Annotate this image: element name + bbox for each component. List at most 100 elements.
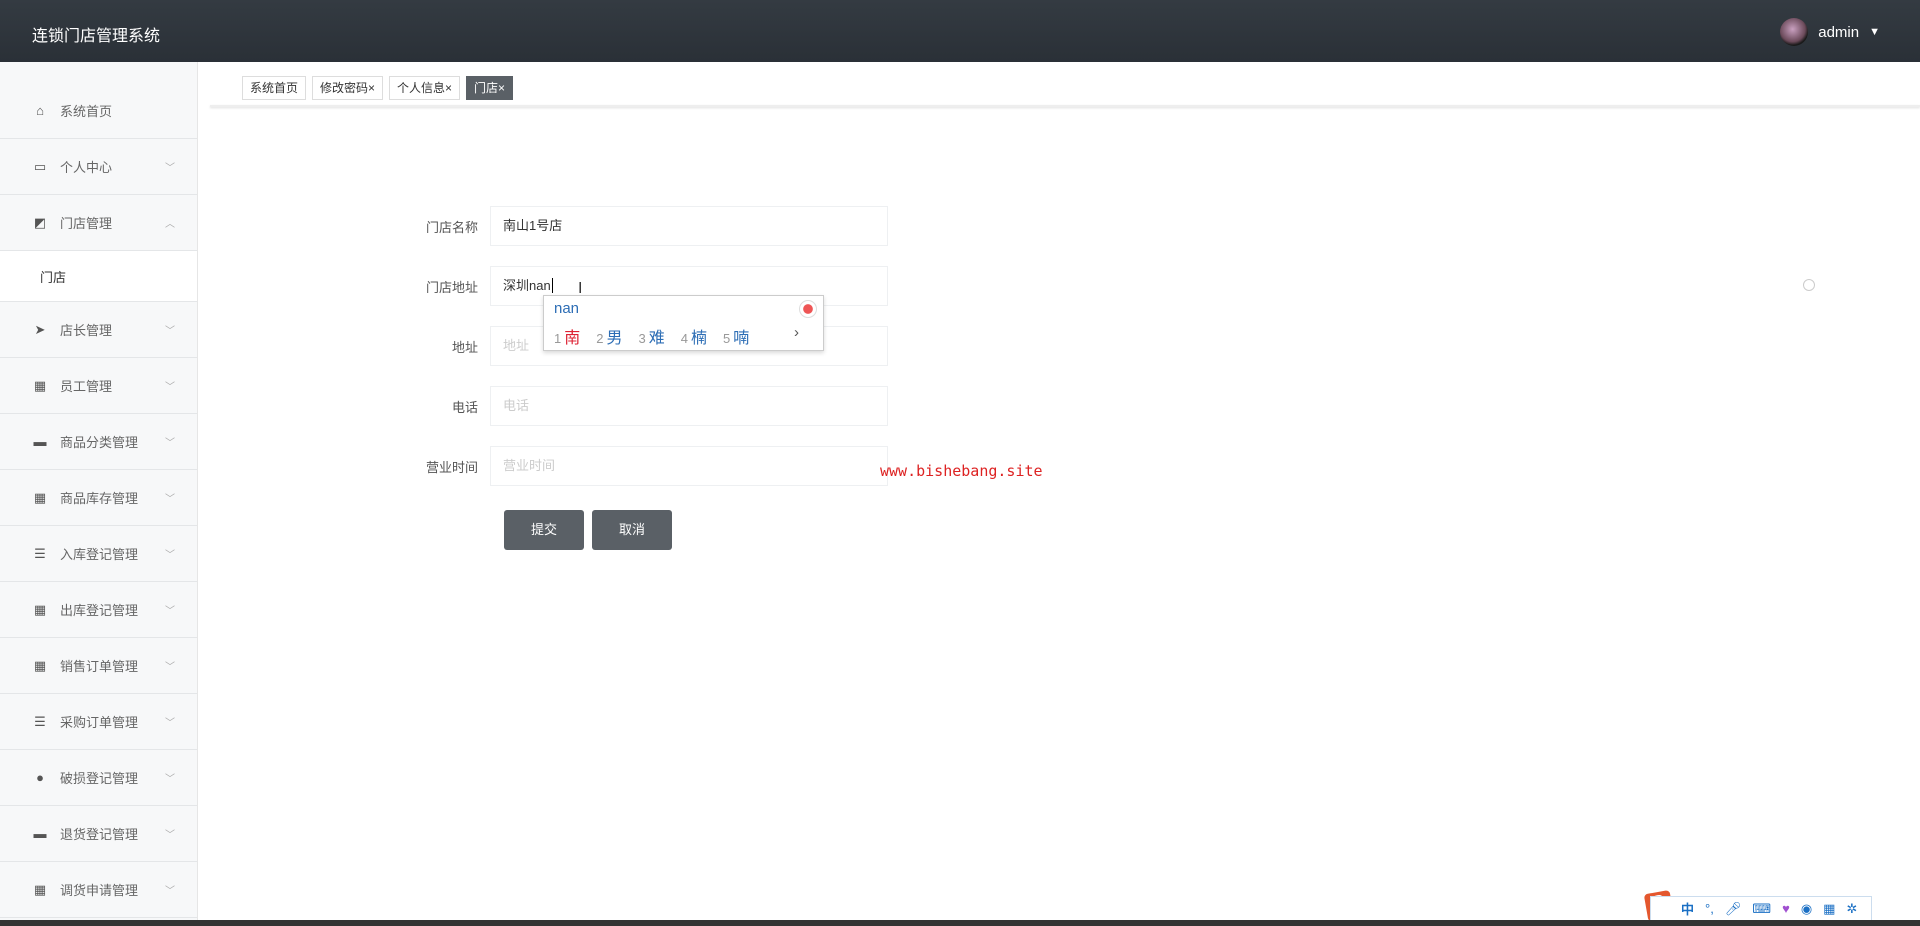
hours-label: 营业时间 [425,459,478,475]
tab-store[interactable]: 门店× [466,76,514,100]
ime-skin-icon[interactable] [799,300,817,318]
candidate-char: 南 [564,330,581,347]
list-icon: ☰ [34,713,46,729]
apps-icon[interactable]: ▦ [1823,901,1835,917]
ime-candidate[interactable]: 3难 [639,324,665,348]
home-icon: ⌂ [36,103,44,118]
ime-next-page-icon[interactable]: › [794,324,799,341]
sidebar-item[interactable]: ● 破损登记管理 ﹀ [0,750,197,806]
ime-pinyin: nan [554,300,580,317]
sidebar-item-label: 调货申请管理 [60,883,139,898]
phone-label: 电话 [451,399,478,415]
chevron-icon: ﹀ [165,438,175,449]
ime-candidate-popup: nan 1南2男3难4楠5喃 › [543,295,824,351]
sidebar-item-label: 店长管理 [60,323,113,338]
chart-icon: ◩ [33,214,47,230]
chevron-icon: ﹀ [165,382,175,393]
tab-home[interactable]: 系统首页 [242,76,307,100]
app-title: 连锁门店管理系统 [32,28,161,45]
sidebar-item[interactable]: ▬ 商品分类管理 ﹀ [0,414,197,470]
address-label: 地址 [451,339,478,355]
candidate-number: 1 [554,331,562,346]
sidebar-item-label: 破损登记管理 [60,771,139,786]
tab-change-password[interactable]: 修改密码× [312,76,384,100]
sidebar-item-label: 出库登记管理 [60,603,139,618]
candidate-char: 楠 [690,330,707,347]
sidebar-item-label: 员工管理 [60,379,113,394]
store-address-value: 深圳nan [503,278,551,293]
candidate-char: 难 [648,330,665,347]
send-icon: ➤ [34,321,46,337]
watermark: www.bishebang.site [880,462,1043,480]
candidate-char: 男 [606,330,623,347]
hours-row: 营业时间 营业时间 [400,446,888,486]
ime-candidate[interactable]: 1南 [554,324,580,348]
settings-circle-icon[interactable] [1803,279,1815,291]
user-menu[interactable]: admin ▼ [1780,18,1880,46]
sidebar-item[interactable]: ▦ 员工管理 ﹀ [0,358,197,414]
hours-input[interactable]: 营业时间 [490,446,888,486]
grid-icon: ▦ [33,377,47,393]
sidebar-item[interactable]: ☰ 采购订单管理 ﹀ [0,694,197,750]
apps-icon: ▦ [33,489,47,505]
box-icon: ▬ [33,826,47,841]
tab-profile[interactable]: 个人信息× [389,76,461,100]
ime-toolbar: 中 °, 🎤︎ ⌨ ♥ ◉ ▦ ✲ [1650,896,1872,921]
tab-bar: 系统首页 修改密码× 个人信息× 门店× [242,76,514,100]
sidebar-item-label: 个人中心 [60,160,113,175]
store-name-input[interactable]: 南山1号店 [490,206,888,246]
user-icon: ● [36,770,44,785]
phone-input[interactable]: 电话 [490,386,888,426]
chevron-icon: ﹀ [165,830,175,841]
sidebar-item-label: 门店管理 [60,216,113,231]
sidebar-item[interactable]: ▦ 销售订单管理 ﹀ [0,638,197,694]
apps-icon: ▦ [33,601,47,617]
sidebar-item[interactable]: ◩ 门店管理 ︿ [0,195,197,251]
microphone-icon[interactable]: 🎤︎ [1725,901,1742,917]
username: admin [1818,23,1860,41]
caret-down-icon: ▼ [1869,26,1880,38]
sidebar-item-label: 退货登记管理 [60,827,139,842]
sidebar-item[interactable]: ▬ 退货登记管理 ﹀ [0,806,197,862]
sidebar: ⌂ 系统首页 ▭ 个人中心 ﹀ ◩ 门店管理 ︿ 门店 ➤ 店长管理 ﹀ ▦ 员工管理 ﹀ ▬ 商品分类管理… [0,62,198,920]
chevron-icon: ﹀ [165,718,175,729]
taskbar-edge [0,920,1920,926]
candidate-number: 3 [638,331,646,346]
ime-candidate[interactable]: 2男 [596,324,622,348]
store-address-label: 门店地址 [425,279,478,295]
store-name-row: 门店名称 南山1号店 [400,206,888,246]
sidebar-item-label: 系统首页 [60,104,113,119]
ime-mode-toggle[interactable]: 中 [1681,899,1694,918]
settings-icon[interactable]: ✲ [1846,901,1857,917]
chevron-icon: ﹀ [165,886,175,897]
sidebar-item[interactable]: ☰ 入库登记管理 ﹀ [0,526,197,582]
sidebar-item[interactable]: ⌂ 系统首页 [0,83,197,139]
sidebar-subitem-store[interactable]: 门店 [0,251,197,302]
candidate-char: 喃 [733,330,750,347]
sidebar-item[interactable]: ➤ 店长管理 ﹀ [0,302,197,358]
cancel-button[interactable]: 取消 [592,510,672,550]
gamepad-icon[interactable]: ◉ [1801,901,1812,917]
sliders-icon: ☰ [34,545,46,561]
card-icon: ▭ [33,158,47,174]
skin-icon[interactable]: ♥ [1782,901,1790,916]
top-header: 连锁门店管理系统 admin ▼ [0,0,1920,62]
sidebar-item[interactable]: ▭ 个人中心 ﹀ [0,139,197,195]
candidate-number: 2 [596,331,604,346]
chevron-icon: ﹀ [165,163,175,174]
candidate-number: 4 [680,331,688,346]
ime-candidate[interactable]: 4楠 [681,324,707,348]
sidebar-item[interactable]: ▦ 出库登记管理 ﹀ [0,582,197,638]
sidebar-item-label: 入库登记管理 [60,547,139,562]
sidebar-item[interactable]: ▦ 商品库存管理 ﹀ [0,470,197,526]
store-name-label: 门店名称 [425,219,478,235]
candidate-number: 5 [723,331,731,346]
ime-punct-toggle[interactable]: °, [1705,901,1714,916]
chevron-icon: ﹀ [165,326,175,337]
sidebar-item[interactable]: ▦ 调货申请管理 ﹀ [0,862,197,918]
monitor-icon: ▬ [33,434,47,449]
submit-button[interactable]: 提交 [504,510,584,550]
ime-candidate[interactable]: 5喃 [723,324,749,348]
chevron-icon: ﹀ [165,662,175,673]
keyboard-icon[interactable]: ⌨ [1752,901,1771,917]
